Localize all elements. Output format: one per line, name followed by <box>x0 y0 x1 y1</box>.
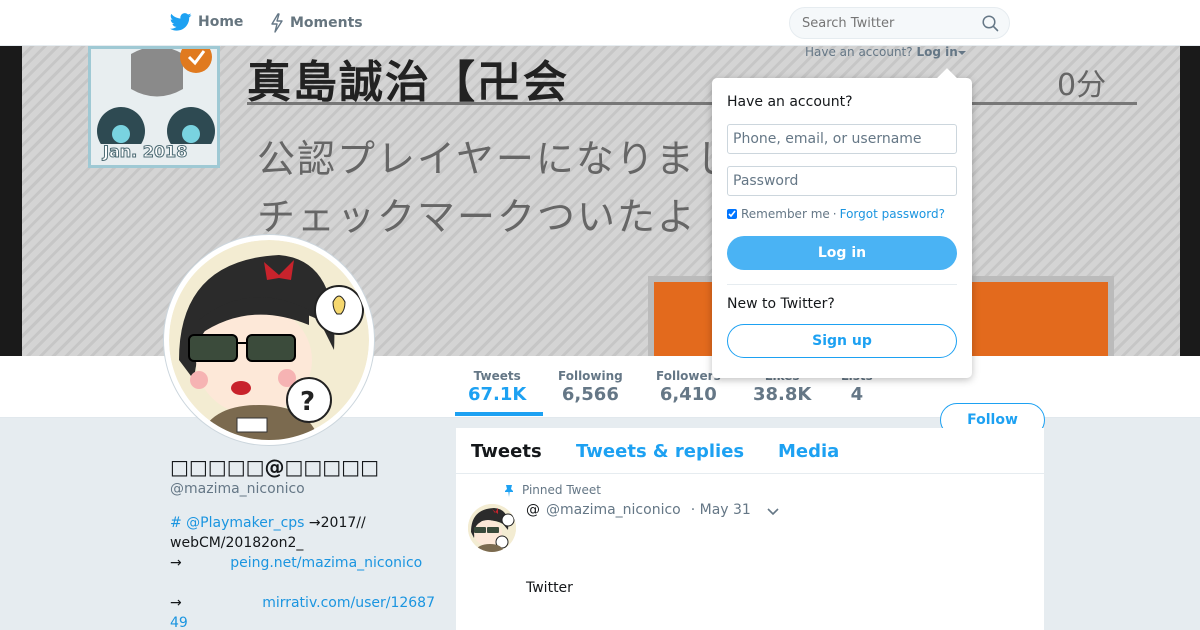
tweet-header: @ @mazima_niconico · May 31 <box>526 502 751 518</box>
banner-text-line-2: チェックマークついたよ <box>257 195 698 239</box>
tweet-date[interactable]: · May 31 <box>691 502 751 518</box>
bio-arrow-2: → <box>170 595 182 611</box>
paw-icon <box>97 46 215 155</box>
username-field[interactable] <box>727 124 957 154</box>
dropdown-divider <box>727 284 957 285</box>
svg-text:?: ? <box>300 387 315 417</box>
profile-avatar[interactable]: ? <box>164 235 374 445</box>
stat-tweets-value: 67.1K <box>468 384 527 405</box>
have-account-text: Have an account? <box>805 45 913 59</box>
banner-time: 0分 <box>1057 68 1107 103</box>
twitter-bird-icon <box>170 13 192 31</box>
chevron-down-icon[interactable] <box>766 504 780 518</box>
remember-row: Remember me · Forgot password? <box>727 207 945 221</box>
active-stat-underline <box>455 412 543 416</box>
tweet-text: Twitter <box>526 580 573 596</box>
tweet-avatar-illustration <box>468 504 516 552</box>
stat-following-label: Following <box>558 369 623 383</box>
nav-home[interactable]: Home <box>170 13 243 31</box>
timeline: Tweets Tweets & replies Media Pinned Twe… <box>456 428 1044 630</box>
stat-lists-value: 4 <box>850 384 864 405</box>
tweet-avatar[interactable] <box>468 504 516 552</box>
profile-bio: # @Playmaker_cps →2017// webCM/20182on2_… <box>170 513 440 630</box>
bio-text-1: →2017// <box>304 515 366 531</box>
top-navigation-bar: Home Moments <box>0 0 1200 46</box>
timeline-tabs: Tweets Tweets & replies Media <box>456 428 1044 474</box>
stat-tweets-label: Tweets <box>473 369 521 383</box>
login-dropdown-toggle[interactable]: Log in <box>916 45 966 59</box>
stat-followers-value: 6,410 <box>659 384 717 405</box>
tab-media[interactable]: Media <box>778 441 839 462</box>
nav-moments-label: Moments <box>290 15 363 31</box>
pinned-tweet-label: Pinned Tweet <box>504 483 601 497</box>
stat-followers[interactable]: Followers 6,410 <box>656 369 721 405</box>
stat-likes-value: 38.8K <box>753 384 812 405</box>
banner-badge-text: Jan. 2018 <box>102 142 188 162</box>
banner-divider <box>247 102 1137 105</box>
stat-followers-label: Followers <box>656 369 721 383</box>
have-account-prompt: Have an account? Log in <box>805 45 966 59</box>
remember-label: Remember me <box>741 207 830 221</box>
caret-down-icon <box>957 51 966 55</box>
remember-checkbox[interactable] <box>727 209 737 219</box>
bio-link-peing[interactable]: peing.net/mazima_niconico <box>230 555 422 571</box>
bio-text-2: webCM/20182on2_ <box>170 535 304 551</box>
login-button[interactable]: Log in <box>727 236 957 270</box>
nav-moments[interactable]: Moments <box>270 13 363 33</box>
avatar-illustration: ? <box>169 240 369 440</box>
bio-link-mirrativ-cont[interactable]: 49 <box>170 615 188 630</box>
nav-home-label: Home <box>198 14 244 30</box>
login-heading: Have an account? <box>727 94 853 110</box>
tab-tweets-and-replies[interactable]: Tweets & replies <box>576 441 744 462</box>
tweet-author-handle[interactable]: @mazima_niconico <box>546 502 681 518</box>
new-to-twitter-heading: New to Twitter? <box>727 296 835 312</box>
stat-following[interactable]: Following 6,566 <box>558 369 623 405</box>
bio-hashtag-link[interactable]: # @Playmaker_cps <box>170 515 304 531</box>
banner-title: 真島誠治【卍会 <box>247 57 569 108</box>
search-icon[interactable] <box>982 15 999 32</box>
bio-arrow-1: → <box>170 555 182 571</box>
login-link-label: Log in <box>916 45 958 59</box>
tweet-author-name[interactable]: @ <box>526 502 540 518</box>
tab-tweets[interactable]: Tweets <box>471 441 542 462</box>
banner-text-line-1: 公認プレイヤーになりまし <box>257 137 736 181</box>
stat-tweets[interactable]: Tweets 67.1K <box>468 369 526 405</box>
login-dropdown: Have an account? Remember me · Forgot pa… <box>712 68 972 378</box>
pin-icon <box>505 484 513 497</box>
stat-following-value: 6,566 <box>561 384 619 405</box>
pinned-text: Pinned Tweet <box>522 483 601 497</box>
signup-button[interactable]: Sign up <box>727 324 957 358</box>
separator-dot: · <box>832 207 837 221</box>
bio-link-mirrativ[interactable]: mirrativ.com/user/12687 <box>262 595 435 611</box>
profile-name: □□□□□@□□□□□ <box>170 455 379 479</box>
lightning-icon <box>271 13 283 33</box>
search-input[interactable] <box>802 14 972 32</box>
profile-handle: @mazima_niconico <box>170 481 305 497</box>
search-box <box>789 7 1010 39</box>
password-field[interactable] <box>727 166 957 196</box>
forgot-password-link[interactable]: Forgot password? <box>840 207 945 221</box>
banner-badge-image: Jan. 2018 <box>88 46 220 168</box>
